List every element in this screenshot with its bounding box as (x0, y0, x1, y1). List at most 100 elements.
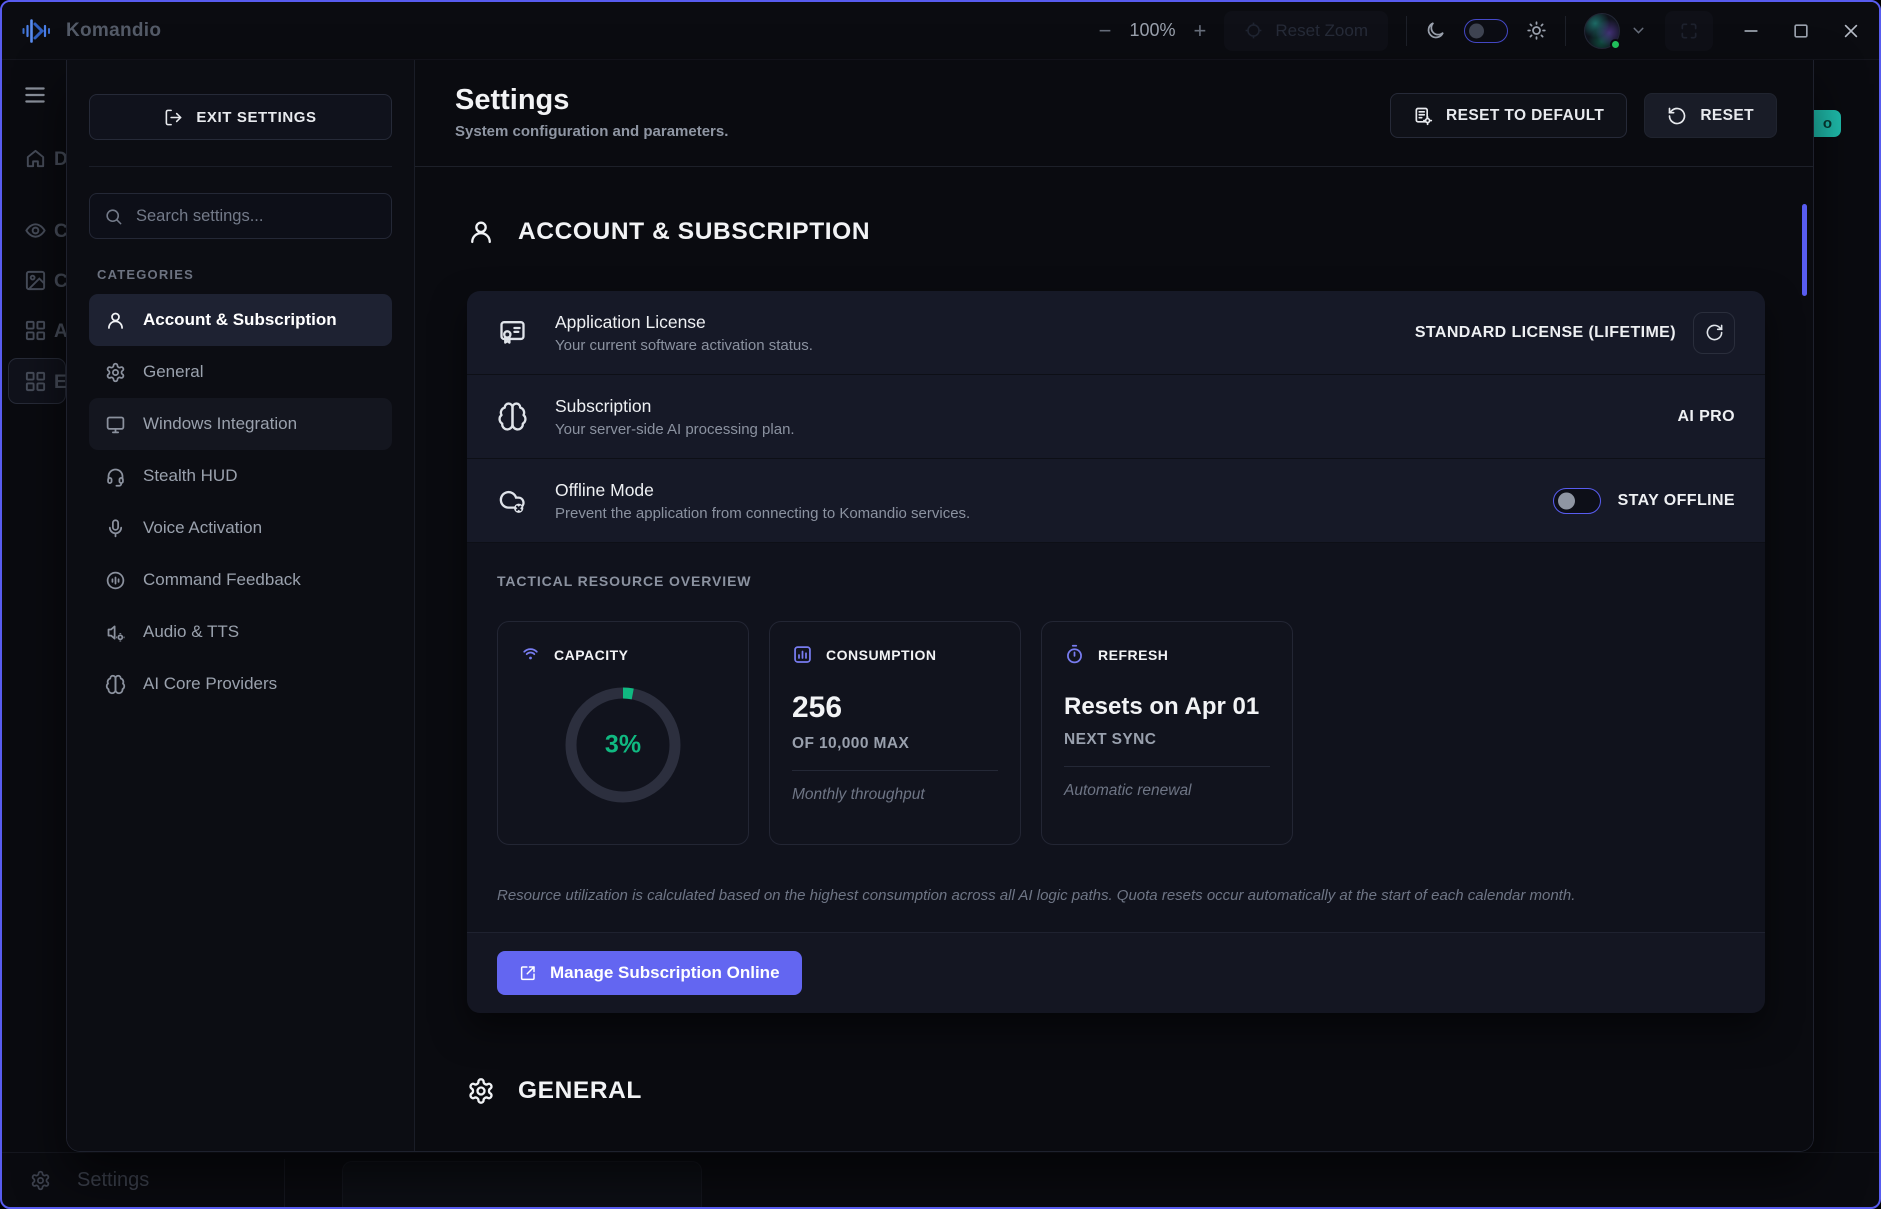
refresh-card: REFRESH Resets on Apr 01 NEXT SYNC Autom… (1041, 621, 1293, 845)
sidebar-item-voice-activation[interactable]: Voice Activation (89, 502, 392, 554)
sidebar-item-label: Voice Activation (143, 518, 262, 538)
overview-label: TACTICAL RESOURCE OVERVIEW (497, 573, 1735, 589)
search-input[interactable] (89, 193, 392, 239)
settings-scroll-area[interactable]: ACCOUNT & SUBSCRIPTION Application Licen… (415, 168, 1813, 1151)
refresh-value: Resets on Apr 01 (1064, 693, 1270, 721)
reset-to-default-label: RESET TO DEFAULT (1446, 107, 1604, 125)
app-title: Komandio (66, 20, 161, 42)
footer-divider (284, 1159, 285, 1207)
sidebar-item-windows-integration[interactable]: Windows Integration (89, 398, 392, 450)
card-divider (792, 770, 998, 771)
theme-toggle[interactable] (1464, 19, 1508, 43)
brain-icon (497, 401, 528, 432)
background-footer-label: Settings (77, 1169, 149, 1192)
capacity-percent: 3% (605, 731, 641, 760)
account-section-title: ACCOUNT & SUBSCRIPTION (518, 218, 870, 246)
manage-subscription-label: Manage Subscription Online (550, 963, 780, 983)
scrollbar-thumb[interactable] (1802, 204, 1807, 296)
user-menu[interactable] (1584, 13, 1647, 49)
zoom-controls: − 100% + (1099, 20, 1207, 42)
exit-settings-button[interactable]: EXIT SETTINGS (89, 94, 392, 140)
settings-header: Settings System configuration and parame… (415, 60, 1813, 167)
background-footer-panel (342, 1161, 702, 1207)
manage-subscription-button[interactable]: Manage Subscription Online (497, 951, 802, 995)
sidebar-item-audio-tts[interactable]: Audio & TTS (89, 606, 392, 658)
sidebar-item-stealth-hud[interactable]: Stealth HUD (89, 450, 392, 502)
consumption-card: CONSUMPTION 256 OF 10,000 MAX Monthly th… (769, 621, 1021, 845)
rotate-ccw-icon (1667, 106, 1687, 126)
maximize-icon (1791, 21, 1811, 41)
reset-button[interactable]: RESET (1644, 93, 1777, 138)
consumption-max: OF 10,000 MAX (792, 735, 998, 753)
minimize-icon (1741, 21, 1761, 41)
refresh-license-button[interactable] (1693, 312, 1735, 354)
settings-search (89, 193, 392, 239)
capacity-card: CAPACITY 3% (497, 621, 749, 845)
maximize-button[interactable] (1791, 21, 1811, 41)
zoom-out-button[interactable]: − (1099, 20, 1112, 42)
log-out-icon (164, 108, 183, 127)
reset-to-default-button[interactable]: RESET TO DEFAULT (1390, 93, 1627, 138)
sidebar-divider (89, 166, 392, 167)
grid-icon (24, 319, 47, 342)
zoom-in-button[interactable]: + (1194, 20, 1207, 42)
settings-main: Settings System configuration and parame… (415, 60, 1813, 1151)
image-icon (24, 269, 47, 292)
audio-circle-icon (105, 570, 126, 591)
grid-icon (24, 370, 47, 393)
background-nav-label: E (54, 372, 67, 394)
capacity-gauge: 3% (520, 681, 726, 809)
sidebar-item-command-feedback[interactable]: Command Feedback (89, 554, 392, 606)
headset-icon (105, 466, 126, 487)
settings-sidebar: EXIT SETTINGS CATEGORIES Account & Subsc… (67, 60, 415, 1151)
license-icon (497, 317, 528, 348)
capacity-label: CAPACITY (554, 647, 629, 663)
timer-icon (1064, 644, 1085, 665)
license-value: STANDARD LICENSE (LIFETIME) (1415, 324, 1676, 342)
row-application-license: Application License Your current softwar… (467, 291, 1765, 375)
sidebar-item-label: Command Feedback (143, 570, 301, 590)
sidebar-item-ai-core-providers[interactable]: AI Core Providers (89, 658, 392, 710)
offline-mode-value: STAY OFFLINE (1618, 492, 1735, 510)
background-footer: Settings (2, 1152, 1879, 1207)
focus-mode-button[interactable] (1665, 11, 1713, 51)
close-icon (1841, 21, 1861, 41)
sidebar-item-label: Account & Subscription (143, 310, 337, 330)
reset-zoom-button[interactable]: Reset Zoom (1224, 11, 1388, 51)
sidebar-item-account-subscription[interactable]: Account & Subscription (89, 294, 392, 346)
crosshair-icon (1244, 21, 1263, 40)
gear-icon (105, 362, 126, 383)
close-button[interactable] (1841, 21, 1861, 41)
account-card-footer: Manage Subscription Online (467, 932, 1765, 1013)
minimize-button[interactable] (1741, 21, 1761, 41)
zoom-level: 100% (1130, 20, 1176, 41)
reset-label: RESET (1700, 107, 1754, 125)
eye-icon (24, 219, 47, 242)
gauge-icon (520, 644, 541, 665)
consumption-value: 256 (792, 691, 998, 725)
sidebar-item-general[interactable]: General (89, 346, 392, 398)
titlebar: Komandio − 100% + Reset Zoom (2, 2, 1879, 60)
monitor-icon (105, 414, 126, 435)
moon-icon (1425, 20, 1446, 41)
offline-mode-toggle[interactable] (1553, 488, 1601, 514)
microphone-icon (105, 518, 126, 539)
menu-icon (22, 82, 48, 108)
avatar[interactable] (1584, 13, 1620, 49)
focus-icon (1679, 21, 1699, 41)
resource-footnote: Resource utilization is calculated based… (497, 887, 1735, 904)
titlebar-divider (1565, 16, 1566, 46)
sidebar-item-label: Windows Integration (143, 414, 297, 434)
toggle-knob (1558, 492, 1575, 509)
categories-label: CATEGORIES (97, 267, 392, 282)
subscription-value: AI PRO (1677, 408, 1735, 426)
sidebar-item-label: Stealth HUD (143, 466, 237, 486)
row-description: Your current software activation status. (555, 337, 1388, 354)
general-section-header: GENERAL (467, 1077, 1765, 1105)
row-title: Offline Mode (555, 480, 1526, 501)
cloud-off-icon (497, 485, 528, 516)
page-title: Settings (455, 84, 728, 117)
chevron-down-icon[interactable] (1630, 22, 1647, 39)
online-status-dot (1610, 39, 1621, 50)
row-title: Subscription (555, 396, 1650, 417)
